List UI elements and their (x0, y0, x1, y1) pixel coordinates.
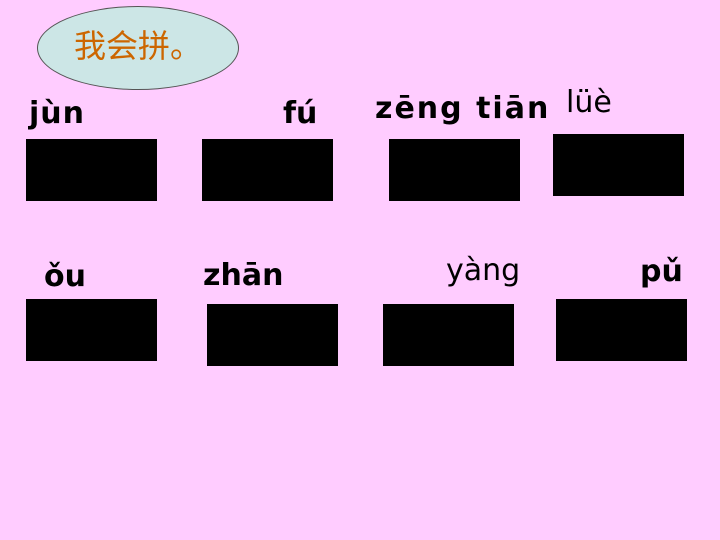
answer-box-lue[interactable] (553, 134, 684, 196)
answer-box-fu[interactable] (202, 139, 333, 201)
answer-box-zhan[interactable] (207, 304, 338, 366)
page-title: 我会拼。 (73, 27, 202, 65)
pinyin-jun: jùn (29, 96, 85, 131)
pinyin-fu: fú (283, 96, 318, 131)
answer-box-jun[interactable] (26, 139, 157, 201)
answer-box-ou[interactable] (26, 299, 157, 361)
pinyin-zeng-tian: zēng tiān (375, 91, 551, 126)
pinyin-lue: lüè (566, 85, 612, 120)
answer-box-yang[interactable] (383, 304, 514, 366)
answer-box-pu[interactable] (556, 299, 687, 361)
pinyin-zhan: zhān (203, 258, 284, 293)
answer-box-zeng-tian[interactable] (389, 139, 520, 201)
pinyin-yang: yàng (446, 253, 521, 288)
pinyin-pu: pǔ (640, 254, 683, 289)
pinyin-ou: ǒu (44, 259, 86, 294)
